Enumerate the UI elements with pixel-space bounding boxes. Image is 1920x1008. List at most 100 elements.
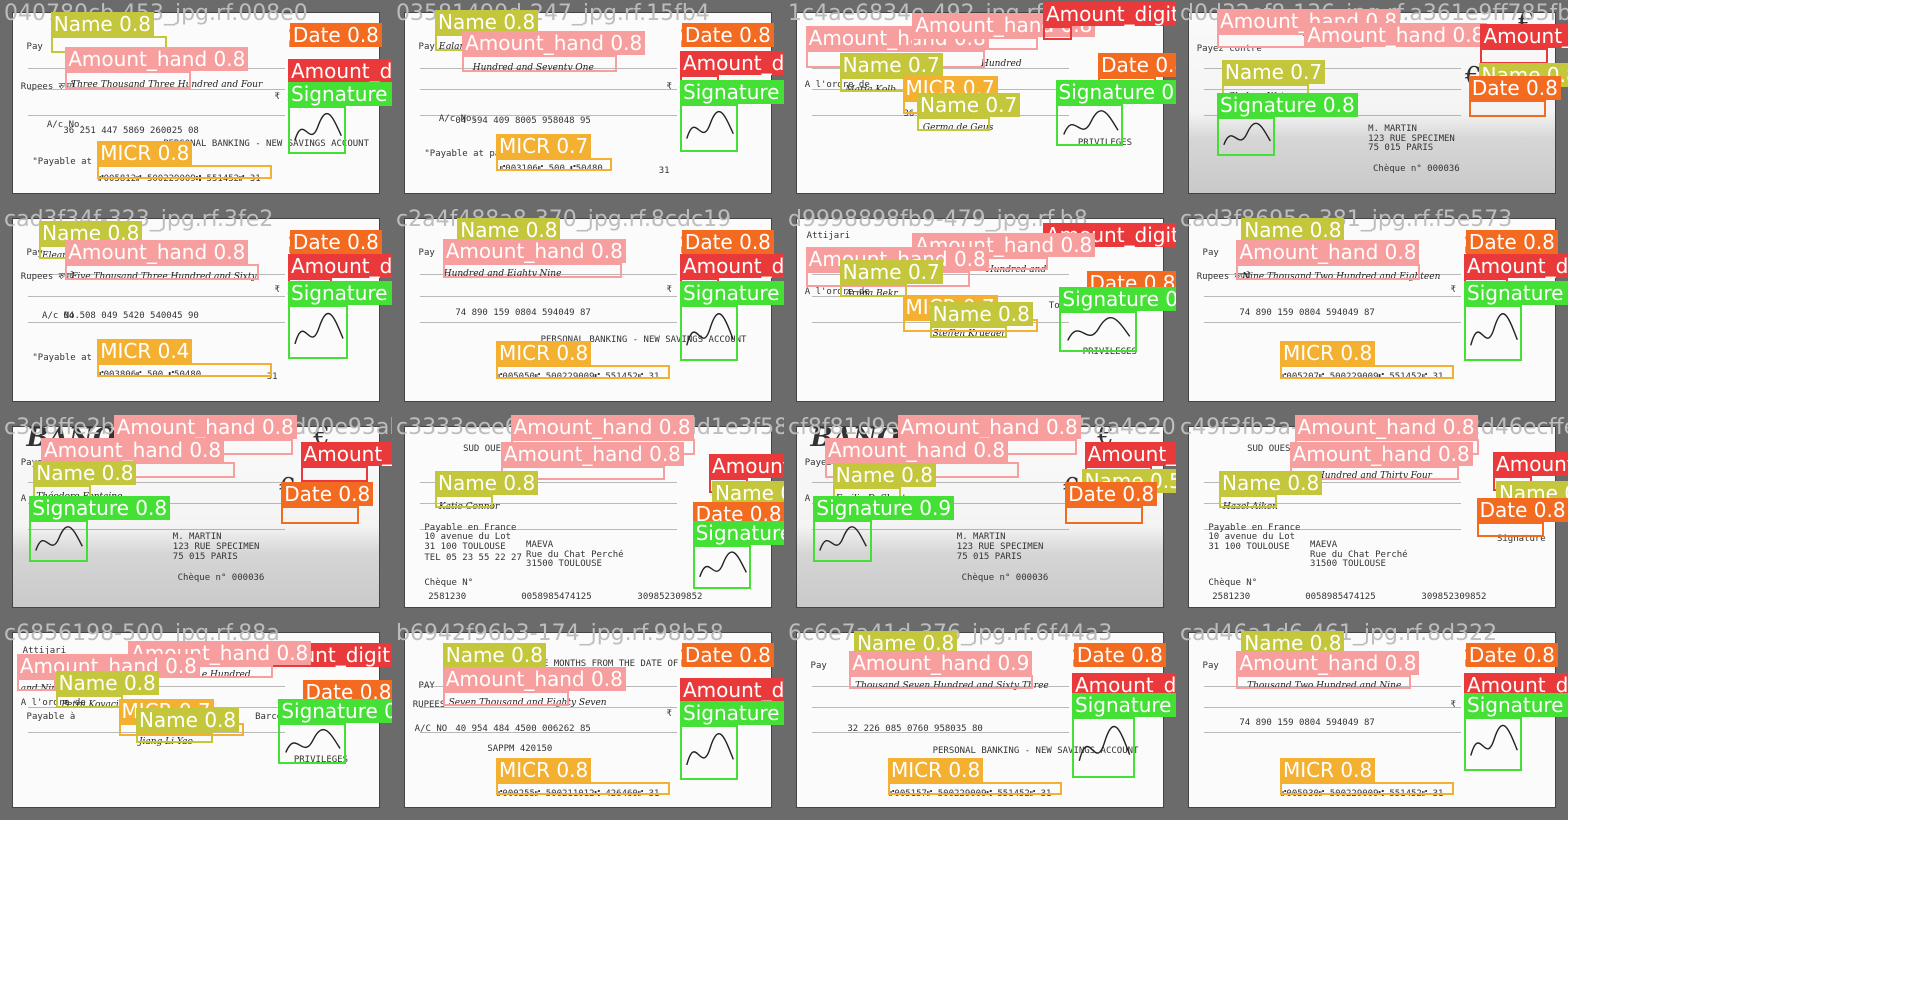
detection-class: Date: [1479, 497, 1528, 522]
detection-label: Date 0.8: [1073, 643, 1166, 668]
detection-class: Signature: [683, 700, 780, 725]
detection-label: MICR 0.8: [1280, 341, 1376, 366]
detection-box: [1065, 506, 1143, 524]
detection-class: Date: [684, 643, 733, 668]
detection-box: [1059, 310, 1137, 352]
detection-class: Name: [58, 670, 118, 695]
printed-text: M. MARTIN: [1368, 124, 1417, 135]
printed-text: ₹: [666, 81, 672, 92]
detection-class: Signature: [683, 79, 780, 104]
detection-class: Name: [36, 461, 96, 486]
detection-class: Amount_hand: [1307, 23, 1447, 48]
printed-text: 31500 TOULOUSE: [526, 559, 602, 570]
detection-label: Signature 0.8: [1055, 79, 1176, 104]
mosaic-tile: Pay Thousand Seven Hundred and Sixty Thre…: [784, 620, 1176, 820]
mosaic-tile: AXIS BANKTHREE MONTHS FROM THE DATE OF I…: [392, 620, 784, 820]
detection-label: Date 0.8: [681, 23, 774, 48]
mosaic-tile: AttijariHundredA l'ordre deMaria Kolb36 …: [784, 0, 1176, 206]
detection-confidence: 0.8: [1340, 758, 1373, 783]
printed-text: Pay: [418, 248, 435, 259]
mosaic-tile: Attijari and Ninety e Hundred A l'ordre de P…: [0, 620, 392, 820]
printed-text: 31 100 TOULOUSE: [424, 541, 506, 552]
detection-box: [1217, 117, 1276, 156]
detection-label: Signature 0.8: [680, 79, 784, 104]
detection-confidence: 0.8: [1437, 442, 1470, 467]
detection-confidence: 0.8: [261, 415, 294, 440]
detection-confidence: 0.8: [998, 302, 1030, 327]
detection-class: MICR: [499, 341, 551, 366]
detection-label: Date 0.8: [289, 23, 382, 48]
printed-text: 309852309852: [1421, 591, 1487, 602]
detection-confidence: 0.8: [658, 415, 691, 440]
detection-class: Signature: [291, 81, 388, 106]
detection-class: Name: [920, 93, 980, 118]
printed-text: 04 508 049 5420 540045 90: [63, 311, 199, 321]
printed-text: 123 RUE SPECIMEN: [956, 541, 1044, 552]
detection-class: Amount_digit: [683, 254, 784, 279]
detection-label: MICR 0.8: [888, 758, 984, 783]
detection-box: [55, 694, 124, 708]
detection-label: Signature 0.8: [680, 281, 784, 306]
printed-text: A: [20, 494, 27, 505]
detection-confidence: 0.8: [1122, 482, 1155, 507]
printed-text: Chèque n° 000036: [961, 572, 1049, 583]
printed-text: Chèque n° 000036: [177, 572, 265, 583]
detection-class: Amount_hand: [1239, 240, 1379, 265]
detection-label: Amount_digit 0.8: [680, 678, 784, 703]
detection-confidence: 0.8: [1155, 53, 1176, 78]
detection-label: Amount_hand 0.8: [1289, 442, 1473, 467]
detection-confidence: 0.8: [511, 643, 543, 668]
printed-text: 04 594 409 8005 958048 95: [455, 116, 591, 127]
handwritten-text: Hundred: [981, 58, 1022, 69]
detection-box: [281, 506, 359, 524]
detection-confidence: 0.8: [1309, 218, 1342, 243]
detection-label: Amount_hand 0.8: [897, 415, 1081, 440]
printed-text: 74 890 159 0804 594049 87: [1239, 718, 1375, 729]
printed-text: Payable en France: [1208, 522, 1301, 533]
detection-class: Name: [1244, 218, 1304, 243]
printed-text: 75 015 PARIS: [172, 551, 238, 562]
mosaic-tile: SUD OUEST Katie Connor Payable en France 10…: [392, 414, 784, 620]
printed-text: M. MARTIN: [956, 532, 1006, 543]
printed-text: Chèque n° 000036: [1373, 164, 1460, 175]
detection-box: [839, 283, 908, 298]
detection-box: [496, 157, 613, 171]
cheque-rule-line: [1203, 322, 1462, 324]
detection-class: Amount_digit: [683, 678, 784, 703]
detection-class: Amount_digit: [1087, 442, 1176, 467]
detection-confidence: 0.8: [556, 341, 589, 366]
detection-label: Date 0.8: [1465, 643, 1558, 668]
detection-confidence: 0.8: [347, 23, 379, 48]
detection-label: Date 0.8: [1476, 497, 1568, 522]
printed-text: 74 890 159 0804 594049 87: [1239, 308, 1375, 319]
detection-box: [692, 544, 751, 589]
cheque-rule-line: [419, 296, 678, 298]
detection-box: [1280, 782, 1455, 796]
detection-box: [1280, 365, 1455, 379]
detection-confidence: 0.8: [973, 438, 1006, 463]
detection-class: Amount_digit: [291, 58, 392, 83]
detection-label: Signature 0.9: [680, 700, 784, 725]
detection-mosaic: Pay Rupees रुपये Three Thousand Three Hund…: [0, 0, 1920, 1008]
detection-label: Name 0.7: [839, 53, 943, 78]
detection-class: Date: [1471, 76, 1520, 101]
detection-confidence: 0.8: [213, 47, 246, 72]
detection-class: Amount_hand: [900, 415, 1040, 440]
detection-class: Date: [1101, 53, 1149, 78]
detection-box: [65, 264, 259, 280]
detection-box: [288, 105, 347, 154]
detection-label: Name 0.7: [917, 93, 1021, 118]
mosaic-tile: Pay Rupees रुपये Three Thousand Three Hund…: [0, 0, 392, 206]
detection-confidence: 0.8: [276, 641, 309, 666]
detection-label: Amount_hand 0.8: [1236, 650, 1420, 675]
detection-label: Signature 0.8: [1464, 281, 1568, 306]
printed-text: 74 890 159 0804 594049 87: [455, 308, 591, 319]
detection-label: Date 0.8: [681, 643, 774, 668]
printed-text: ₹: [666, 708, 672, 719]
detection-label: Signature 0.8: [29, 495, 171, 520]
detection-label: MICR 0.8: [1280, 758, 1376, 783]
image-filename: cad3f8695e-381_jpg.rf.f5e573: [1180, 207, 1513, 232]
detection-class: MICR: [1283, 758, 1335, 783]
mosaic-tile: PayThousand Two Hundred and Nine₹510974 …: [1176, 620, 1568, 820]
printed-text: 40 954 484 4500 006262 85: [455, 723, 591, 734]
